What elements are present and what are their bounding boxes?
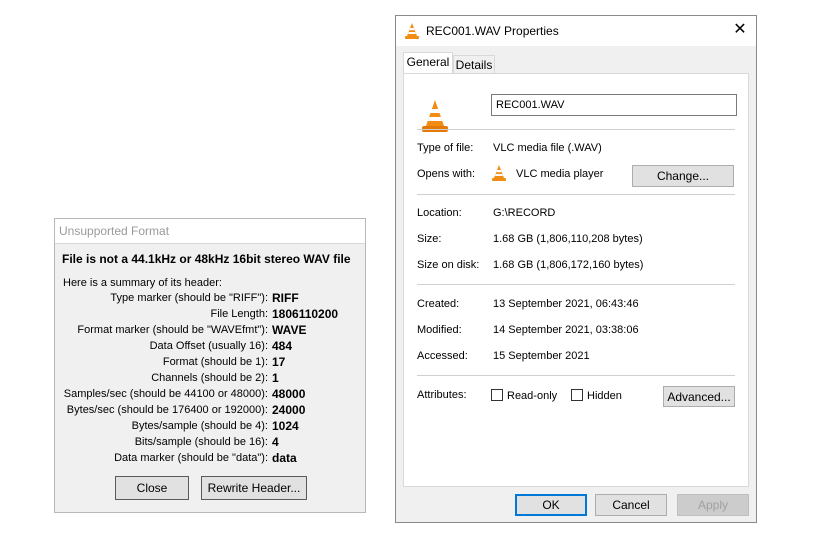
separator bbox=[417, 284, 735, 285]
header-row-label: Channels (should be 2): bbox=[151, 372, 268, 384]
read-only-label[interactable]: Read-only bbox=[507, 390, 557, 402]
separator bbox=[417, 194, 735, 195]
type-of-file-label: Type of file: bbox=[417, 142, 474, 154]
header-row: Format (should be 1): 17 bbox=[55, 355, 365, 372]
close-button[interactable]: Close bbox=[115, 476, 189, 500]
opens-with-label: Opens with: bbox=[417, 168, 476, 180]
separator bbox=[417, 375, 735, 376]
header-row-label: Bytes/sec (should be 176400 or 192000): bbox=[66, 404, 268, 416]
header-row-label: Bytes/sample (should be 4): bbox=[131, 420, 268, 432]
header-row: File Length: 1806110200 bbox=[55, 307, 365, 324]
rewrite-header-button[interactable]: Rewrite Header... bbox=[201, 476, 307, 500]
unsupported-format-dialog: Unsupported Format File is not a 44.1kHz… bbox=[54, 218, 366, 513]
file-name-field[interactable]: REC001.WAV bbox=[491, 94, 737, 116]
header-row: Data marker (should be "data"): data bbox=[55, 451, 365, 468]
header-row-value: data bbox=[272, 451, 297, 465]
location-label: Location: bbox=[417, 207, 462, 219]
size-on-disk-label: Size on disk: bbox=[417, 259, 480, 271]
header-row-value: 17 bbox=[272, 355, 286, 369]
vlc-cone-icon bbox=[492, 165, 506, 181]
advanced-button[interactable]: Advanced... bbox=[663, 386, 735, 407]
ok-button[interactable]: OK bbox=[515, 494, 587, 516]
vlc-cone-icon bbox=[405, 23, 419, 39]
header-row-value: 24000 bbox=[272, 403, 306, 417]
header-row: Samples/sec (should be 44100 or 48000): … bbox=[55, 387, 365, 404]
header-row-value: 4 bbox=[272, 435, 279, 449]
header-row: Data Offset (usually 16): 484 bbox=[55, 339, 365, 356]
header-row-value: RIFF bbox=[272, 291, 299, 305]
created-label: Created: bbox=[417, 298, 460, 310]
size-value: 1.68 GB (1,806,110,208 bytes) bbox=[493, 233, 643, 245]
hidden-checkbox[interactable] bbox=[571, 389, 583, 401]
tab-general[interactable]: General bbox=[403, 52, 453, 74]
header-row-value: 1 bbox=[272, 371, 279, 385]
header-row: Format marker (should be "WAVEfmt"): WAV… bbox=[55, 323, 365, 340]
modified-value: 14 September 2021, 03:38:06 bbox=[493, 324, 639, 336]
size-label: Size: bbox=[417, 233, 442, 245]
change-button[interactable]: Change... bbox=[632, 165, 734, 187]
header-row-value: WAVE bbox=[272, 323, 307, 337]
apply-button[interactable]: Apply bbox=[677, 494, 749, 516]
header-row-label: Data marker (should be "data"): bbox=[114, 452, 268, 464]
header-row-label: Type marker (should be "RIFF"): bbox=[110, 292, 268, 304]
header-row-label: Format (should be 1): bbox=[162, 356, 268, 368]
unsupported-format-title: Unsupported Format bbox=[55, 219, 365, 244]
vlc-cone-icon bbox=[422, 100, 448, 132]
accessed-value: 15 September 2021 bbox=[493, 350, 590, 362]
header-row-label: Bits/sample (should be 16): bbox=[134, 436, 268, 448]
properties-dialog: REC001.WAV Properties ✕ General Details … bbox=[395, 15, 757, 523]
header-row-value: 484 bbox=[272, 339, 293, 353]
header-row-value: 48000 bbox=[272, 387, 306, 401]
header-row-label: Format marker (should be "WAVEfmt"): bbox=[77, 324, 268, 336]
header-row-value: 1024 bbox=[272, 419, 299, 433]
accessed-label: Accessed: bbox=[417, 350, 468, 362]
separator bbox=[417, 129, 735, 130]
header-row-label: Data Offset (usually 16): bbox=[149, 340, 268, 352]
header-row: Bits/sample (should be 16): 4 bbox=[55, 435, 365, 452]
header-row: Bytes/sample (should be 4): 1024 bbox=[55, 419, 365, 436]
header-row: Bytes/sec (should be 176400 or 192000): … bbox=[55, 403, 365, 420]
attributes-label: Attributes: bbox=[417, 389, 467, 401]
unsupported-format-heading: File is not a 44.1kHz or 48kHz 16bit ste… bbox=[62, 252, 351, 266]
size-on-disk-value: 1.68 GB (1,806,172,160 bytes) bbox=[493, 259, 644, 271]
location-value: G:\RECORD bbox=[493, 207, 556, 219]
header-row: Channels (should be 2): 1 bbox=[55, 371, 365, 388]
properties-titlebar: REC001.WAV Properties ✕ bbox=[396, 16, 756, 46]
type-of-file-value: VLC media file (.WAV) bbox=[493, 142, 602, 154]
close-icon[interactable]: ✕ bbox=[732, 21, 748, 39]
header-row: Type marker (should be "RIFF"): RIFF bbox=[55, 291, 365, 308]
hidden-label[interactable]: Hidden bbox=[587, 390, 622, 402]
created-value: 13 September 2021, 06:43:46 bbox=[493, 298, 639, 310]
read-only-checkbox[interactable] bbox=[491, 389, 503, 401]
tab-details[interactable]: Details bbox=[453, 55, 495, 75]
properties-title: REC001.WAV Properties bbox=[426, 24, 559, 38]
header-row-label: File Length: bbox=[210, 308, 268, 320]
cancel-button[interactable]: Cancel bbox=[595, 494, 667, 516]
opens-with-value: VLC media player bbox=[516, 168, 604, 180]
header-row-label: Samples/sec (should be 44100 or 48000): bbox=[63, 388, 268, 400]
general-tab-panel: REC001.WAV Type of file: VLC media file … bbox=[403, 73, 749, 487]
header-row-value: 1806110200 bbox=[272, 307, 339, 321]
header-summary-label: Here is a summary of its header: bbox=[63, 277, 222, 289]
modified-label: Modified: bbox=[417, 324, 462, 336]
